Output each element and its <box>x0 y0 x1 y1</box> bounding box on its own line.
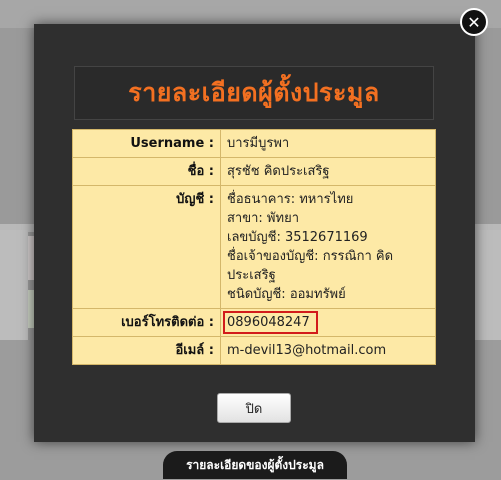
background-side-panel <box>473 230 501 340</box>
name-label: ชื่อ : <box>72 157 221 186</box>
email-value: m-devil13@hotmail.com <box>220 336 436 365</box>
table-row: อีเมล์ : m-devil13@hotmail.com <box>72 336 436 365</box>
account-details: ชื่อธนาคาร: ทหารไทย สาขา: พัทยา เลขบัญชี… <box>220 185 436 309</box>
username-label: Username : <box>72 129 221 158</box>
email-label: อีเมล์ : <box>72 336 221 365</box>
account-type-line: ชนิดบัญชี: ออมทรัพย์ <box>227 287 346 302</box>
close-icon[interactable]: ✕ <box>460 8 488 36</box>
username-value: บารมีบูรพา <box>220 129 436 158</box>
phone-value: 0896048247 <box>223 311 318 334</box>
modal-title: รายละเอียดผู้ตั้งประมูล <box>128 78 380 107</box>
background-side-panel <box>0 230 28 340</box>
table-row: บัญชี : ชื่อธนาคาร: ทหารไทย สาขา: พัทยา … <box>72 185 436 309</box>
table-row: ชื่อ : สุรชัช คิดประเสริฐ <box>72 157 436 186</box>
phone-cell: 0896048247 <box>220 308 436 337</box>
phone-label: เบอร์โทรติดต่อ : <box>72 308 221 337</box>
bank-name-line: ชื่อธนาคาร: ทหารไทย <box>227 192 354 207</box>
seller-details-modal: รายละเอียดผู้ตั้งประมูล Username : บารมี… <box>34 24 475 442</box>
modal-title-box: รายละเอียดผู้ตั้งประมูล <box>74 66 434 120</box>
seller-details-tab[interactable]: รายละเอียดของผู้ตั้งประมูล <box>163 451 347 479</box>
table-row: เบอร์โทรติดต่อ : 0896048247 <box>72 308 436 337</box>
account-number-line: เลขบัญชี: 3512671169 <box>227 230 368 245</box>
account-label: บัญชี : <box>72 185 221 309</box>
branch-line: สาขา: พัทยา <box>227 211 299 226</box>
account-owner-line: ชื่อเจ้าของบัญชี: กรรณิกา คิด ประเสริฐ <box>227 249 394 283</box>
name-value: สุรชัช คิดประเสริฐ <box>220 157 436 186</box>
table-row: Username : บารมีบูรพา <box>72 129 436 158</box>
close-button[interactable]: ปิด <box>217 393 291 423</box>
seller-info-table: Username : บารมีบูรพา ชื่อ : สุรชัช คิดป… <box>72 129 436 365</box>
seller-details-tab-label: รายละเอียดของผู้ตั้งประมูล <box>186 457 324 472</box>
